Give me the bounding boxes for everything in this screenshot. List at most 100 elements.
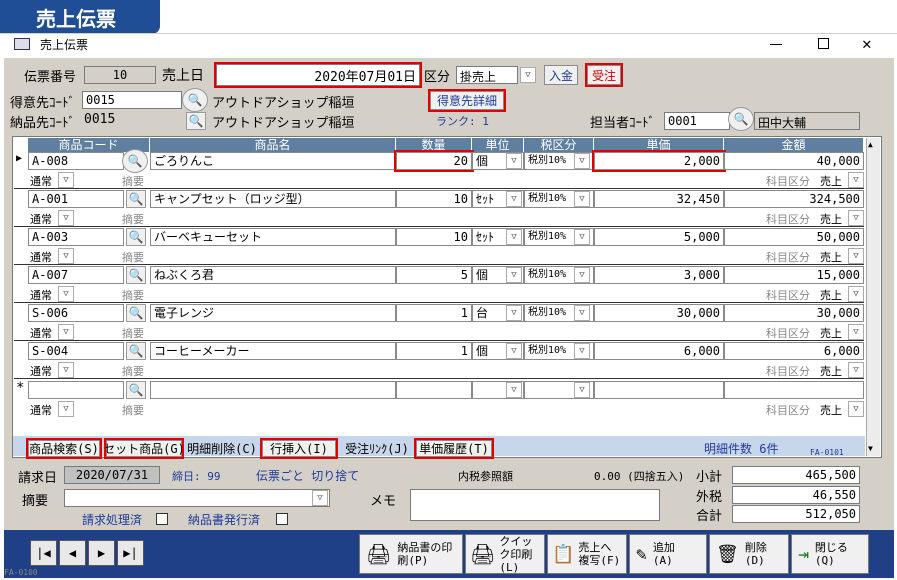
row-qty[interactable]: 1 [396, 342, 472, 360]
row-name[interactable]: キャンプセット（ロッジ型） [150, 190, 396, 208]
row-search-icon[interactable]: 🔍 [126, 266, 146, 284]
insert-row-button[interactable]: 行挿入(I) [260, 438, 338, 459]
maximize-icon[interactable] [818, 38, 829, 49]
row-code[interactable]: S-004 [28, 342, 124, 360]
row-unit-dropdown-icon[interactable]: ▽ [506, 229, 522, 245]
row-name[interactable]: 電子レンジ [150, 304, 396, 322]
close-icon[interactable]: ✕ [862, 34, 872, 53]
order-link-button[interactable]: 受注ﾘﾝｸ(J) [342, 440, 412, 457]
row-name[interactable]: ねぶくろ君 [150, 266, 396, 284]
new-row-price[interactable] [594, 381, 724, 399]
row-type-dropdown-icon[interactable]: ▽ [58, 172, 74, 188]
row-qty[interactable]: 10 [396, 228, 472, 246]
delete-detail-button[interactable]: 明細削除(C) [186, 440, 258, 457]
close-button[interactable]: ⇥ 閉じる(Q) [791, 534, 869, 574]
quick-print-button[interactable]: 🖨 クイック印刷(L) [465, 534, 545, 574]
minimize-icon[interactable] [770, 44, 782, 45]
row-type-dropdown-icon[interactable]: ▽ [58, 324, 74, 340]
row-name[interactable]: バーベキューセット [150, 228, 396, 246]
row-subject[interactable]: 売上 [820, 249, 842, 265]
new-row-subject-dropdown-icon[interactable]: ▽ [848, 401, 864, 417]
row-type[interactable]: 通常 [30, 249, 52, 265]
row-subject-dropdown-icon[interactable]: ▽ [848, 172, 864, 188]
row-qty[interactable]: 5 [396, 266, 472, 284]
row-type-dropdown-icon[interactable]: ▽ [58, 362, 74, 378]
row-tax-dropdown-icon[interactable]: ▽ [574, 305, 590, 321]
last-record-icon[interactable]: ▶| [117, 540, 144, 566]
row-tax-dropdown-icon[interactable]: ▽ [574, 267, 590, 283]
row-name[interactable]: ごろりんこ [150, 152, 396, 170]
billing-done-checkbox[interactable] [156, 513, 168, 525]
row-type[interactable]: 通常 [30, 173, 52, 189]
new-row-type[interactable]: 通常 [30, 402, 52, 418]
new-row-name[interactable] [150, 381, 396, 399]
next-record-icon[interactable]: ▶ [88, 540, 115, 566]
new-row-code[interactable] [28, 381, 124, 399]
juchu-button[interactable]: 受注 [585, 63, 623, 87]
kubun-select[interactable]: 掛売上 [456, 66, 518, 84]
row-name[interactable]: コーヒーメーカー [150, 342, 396, 360]
new-row-search-icon[interactable]: 🔍 [126, 381, 146, 399]
row-code[interactable]: S-006 [28, 304, 124, 322]
staff-search-icon[interactable]: 🔍 [728, 107, 754, 131]
row-subject-dropdown-icon[interactable]: ▽ [848, 286, 864, 302]
row-search-icon[interactable]: 🔍 [126, 304, 146, 322]
row-unit-dropdown-icon[interactable]: ▽ [506, 305, 522, 321]
row-unit-dropdown-icon[interactable]: ▽ [506, 191, 522, 207]
nyukin-button[interactable]: 入金 [544, 65, 578, 85]
kubun-dropdown-icon[interactable]: ▽ [520, 67, 536, 83]
row-price[interactable]: 2,000 [592, 150, 726, 172]
row-unit-dropdown-icon[interactable]: ▽ [506, 343, 522, 359]
row-qty[interactable]: 20 [394, 150, 474, 172]
sales-date-field[interactable]: 2020年07月01日 [214, 62, 422, 88]
print-delivery-button[interactable]: 🖨 納品書の印刷(P) [359, 534, 463, 574]
first-record-icon[interactable]: |◀ [30, 540, 57, 566]
new-row-type-dropdown-icon[interactable]: ▽ [58, 401, 74, 417]
new-row-subject[interactable]: 売上 [820, 402, 842, 418]
row-search-icon[interactable]: 🔍 [126, 190, 146, 208]
row-search-icon[interactable]: 🔍 [126, 342, 146, 360]
row-type-dropdown-icon[interactable]: ▽ [58, 210, 74, 226]
new-row-tax-dropdown-icon[interactable]: ▽ [574, 382, 590, 398]
row-price[interactable]: 32,450 [594, 190, 724, 208]
row-qty[interactable]: 1 [396, 304, 472, 322]
remarks-dropdown-icon[interactable]: ▽ [312, 490, 328, 506]
row-code[interactable]: A-008 [28, 152, 124, 170]
customer-code-field[interactable]: 0015 [82, 91, 182, 109]
staff-code-field[interactable]: 0001 [664, 112, 730, 130]
row-subject-dropdown-icon[interactable]: ▽ [848, 324, 864, 340]
row-subject-dropdown-icon[interactable]: ▽ [848, 362, 864, 378]
customer-search-icon[interactable]: 🔍 [182, 88, 208, 112]
row-price[interactable]: 30,000 [594, 304, 724, 322]
row-subject[interactable]: 売上 [820, 363, 842, 379]
row-code[interactable]: A-003 [28, 228, 124, 246]
unit-history-button[interactable]: 単価履歴(T) [414, 438, 494, 459]
customer-detail-button[interactable]: 得意先詳細 [428, 89, 506, 112]
row-search-icon[interactable]: 🔍 [126, 228, 146, 246]
row-type-dropdown-icon[interactable]: ▽ [58, 286, 74, 302]
row-type-dropdown-icon[interactable]: ▽ [58, 248, 74, 264]
row-code[interactable]: A-007 [28, 266, 124, 284]
row-tax-dropdown-icon[interactable]: ▽ [574, 343, 590, 359]
row-price[interactable]: 5,000 [594, 228, 724, 246]
row-subject-dropdown-icon[interactable]: ▽ [848, 248, 864, 264]
row-price[interactable]: 3,000 [594, 266, 724, 284]
row-tax-dropdown-icon[interactable]: ▽ [574, 153, 590, 169]
new-row-qty[interactable] [396, 381, 472, 399]
row-tax-dropdown-icon[interactable]: ▽ [574, 191, 590, 207]
row-type[interactable]: 通常 [30, 211, 52, 227]
set-product-button[interactable]: セット商品(G) [103, 438, 185, 459]
row-subject[interactable]: 売上 [820, 287, 842, 303]
grid-scrollbar[interactable] [866, 138, 880, 456]
new-row-amount[interactable] [724, 381, 864, 399]
new-row-unit-dropdown-icon[interactable]: ▽ [506, 382, 522, 398]
product-search-button[interactable]: 商品検索(S) [26, 438, 102, 459]
row-unit-dropdown-icon[interactable]: ▽ [506, 153, 522, 169]
row-subject[interactable]: 売上 [820, 173, 842, 189]
row-tax-dropdown-icon[interactable]: ▽ [574, 229, 590, 245]
row-price[interactable]: 6,000 [594, 342, 724, 360]
row-type[interactable]: 通常 [30, 325, 52, 341]
row-code[interactable]: A-001 [28, 190, 124, 208]
row-subject[interactable]: 売上 [820, 325, 842, 341]
row-type[interactable]: 通常 [30, 287, 52, 303]
